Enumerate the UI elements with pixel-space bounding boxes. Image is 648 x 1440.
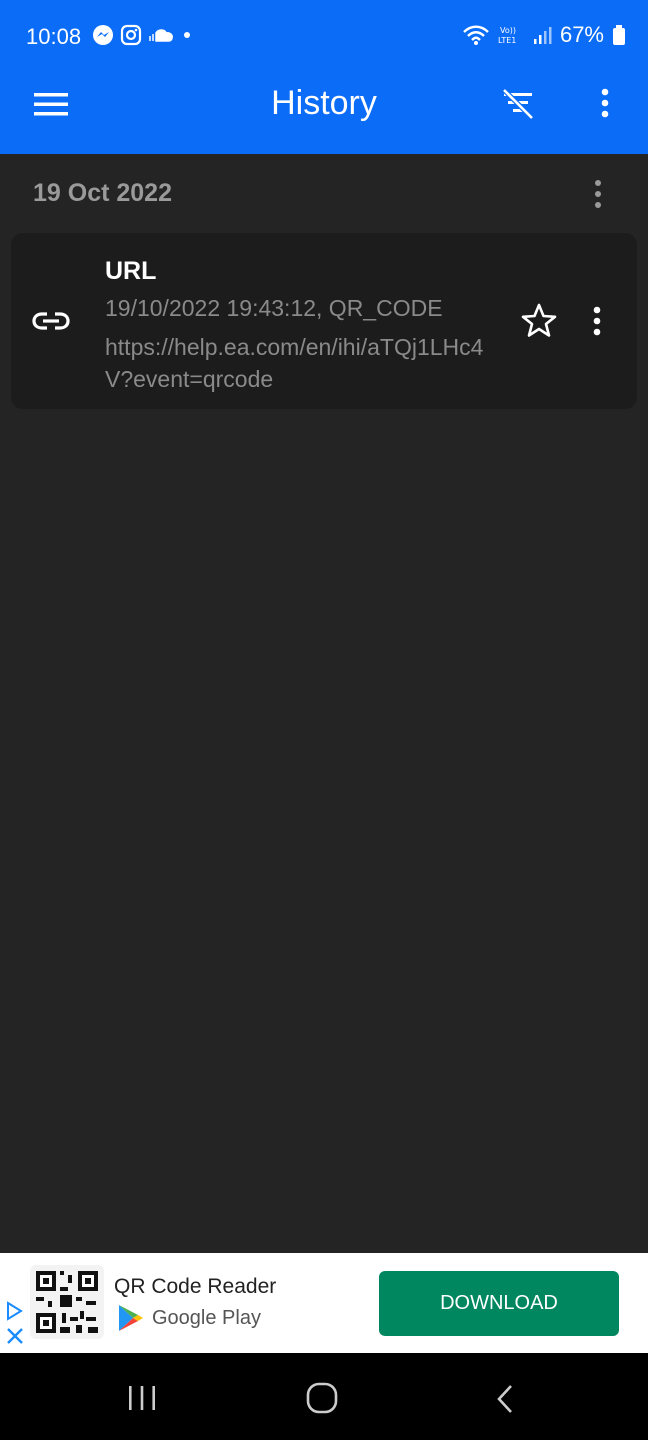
page-title: History (271, 84, 377, 122)
status-time: 10:08 (26, 24, 82, 49)
back-icon (497, 1385, 512, 1413)
ad-title[interactable]: QR Code Reader (114, 1275, 276, 1299)
favorite-button[interactable] (519, 301, 559, 341)
ad-download-button[interactable]: DOWNLOAD (379, 1271, 619, 1336)
cloud-icon (149, 29, 173, 42)
toolbar: History (0, 72, 648, 154)
status-bar: 10:08 Vo)) LTE1 67% (0, 0, 648, 72)
ad-app-icon[interactable] (30, 1265, 104, 1339)
messenger-icon (93, 25, 113, 45)
back-button[interactable] (494, 1383, 516, 1415)
home-button[interactable] (305, 1381, 339, 1415)
star-icon (521, 303, 557, 337)
system-nav-bar (0, 1353, 648, 1440)
qr-code-icon (36, 1271, 98, 1333)
item-more-button[interactable] (583, 303, 611, 339)
battery-icon (613, 25, 625, 45)
wifi-icon (463, 25, 489, 45)
item-type: URL (105, 257, 157, 285)
link-icon (32, 312, 70, 330)
item-content: https://help.ea.com/en/ihi/aTQj1LHc4V?ev… (105, 334, 484, 392)
item-timestamp: 19/10/2022 19:43:12, QR_CODE (105, 295, 443, 321)
more-options-button[interactable] (590, 84, 620, 124)
dot-icon (184, 32, 190, 38)
recent-apps-icon (129, 1386, 155, 1410)
google-play-icon (119, 1305, 143, 1331)
instagram-icon (120, 24, 142, 46)
battery-percent: 67% (559, 22, 604, 47)
ad-close-icon[interactable] (6, 1327, 24, 1345)
volte-icon: Vo)) LTE1 (498, 26, 516, 45)
ad-store-name: Google Play (152, 1307, 261, 1329)
date-group-header: 19 Oct 2022 (0, 154, 648, 234)
history-screen: 10:08 Vo)) LTE1 67% History 19 Oct 2022 … (0, 0, 648, 1440)
ad-choices-icon[interactable] (4, 1301, 24, 1321)
more-vert-icon (601, 88, 609, 118)
app-bar: 10:08 Vo)) LTE1 67% History (0, 0, 648, 154)
signal-icon (533, 27, 552, 44)
clear-filter-button[interactable] (496, 84, 540, 124)
date-label: 19 Oct 2022 (33, 179, 172, 207)
svg-text:LTE1: LTE1 (498, 36, 516, 45)
recent-apps-button[interactable] (126, 1383, 158, 1413)
history-item[interactable]: URL 19/10/2022 19:43:12, QR_CODE https:/… (11, 233, 637, 409)
more-vert-icon (593, 306, 601, 336)
svg-text:Vo)): Vo)) (500, 26, 516, 35)
ad-banner[interactable]: QR Code Reader Google Play DOWNLOAD (0, 1253, 648, 1353)
date-group-more-button[interactable] (584, 176, 612, 212)
clear-filter-icon (502, 88, 534, 120)
more-vert-icon (595, 180, 601, 208)
home-icon (306, 1382, 338, 1414)
